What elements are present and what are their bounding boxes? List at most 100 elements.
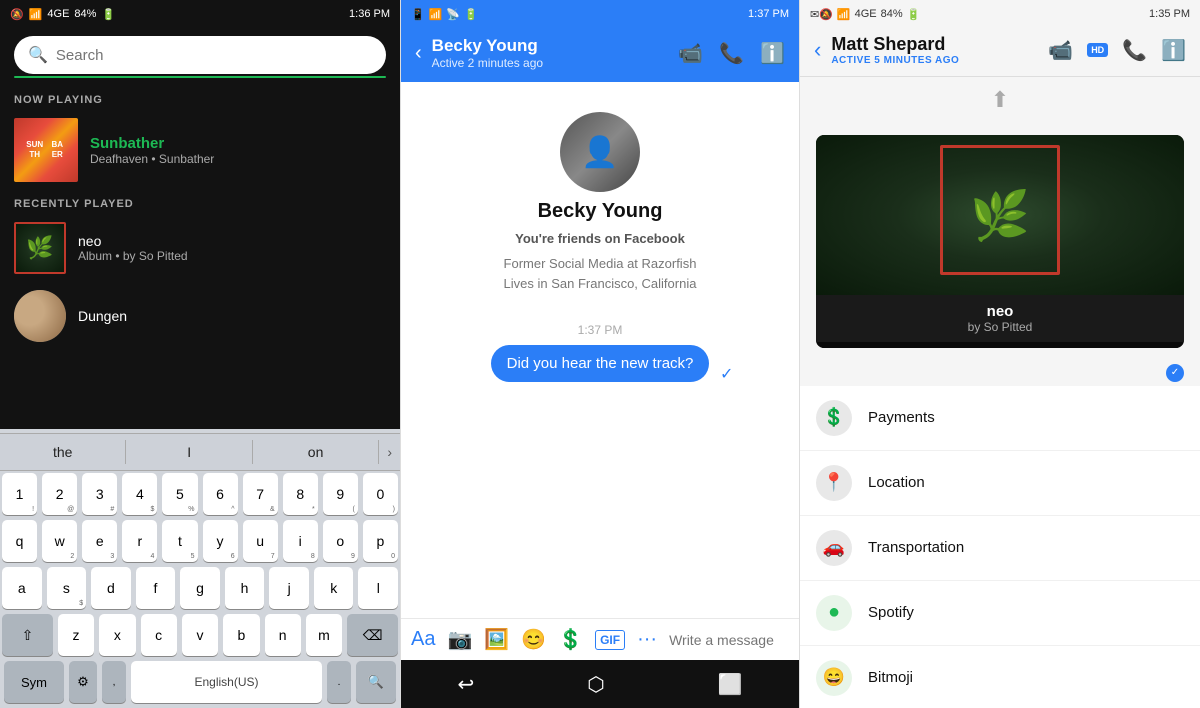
camera-icon[interactable]: 📷 bbox=[447, 627, 472, 652]
key-shift[interactable]: ⇧ bbox=[2, 614, 53, 656]
key-l[interactable]: l bbox=[358, 567, 398, 609]
key-sym[interactable]: Sym bbox=[4, 661, 64, 703]
keyboard-row-z: ⇧ z x c v b n m ⌫ bbox=[2, 614, 398, 656]
key-backspace[interactable]: ⌫ bbox=[347, 614, 398, 656]
menu-item-location[interactable]: 📍 Location bbox=[800, 451, 1200, 516]
key-p[interactable]: p0 bbox=[363, 520, 398, 562]
phone-icon[interactable]: 📞 bbox=[1122, 38, 1147, 63]
key-y[interactable]: y6 bbox=[203, 520, 238, 562]
matt-header: ‹ Matt Shepard ACTIVE 5 MINUTES AGO 📹 HD… bbox=[800, 28, 1200, 77]
video-call-icon[interactable]: 📹 bbox=[678, 41, 703, 66]
menu-item-payments[interactable]: 💲 Payments bbox=[800, 386, 1200, 451]
track-name: Sunbather bbox=[90, 135, 214, 152]
key-b[interactable]: b bbox=[223, 614, 259, 656]
video-call-icon[interactable]: 📹 bbox=[1048, 38, 1073, 63]
key-settings[interactable]: ⚙ bbox=[69, 661, 97, 703]
now-playing-label: NOW PLAYING bbox=[0, 86, 400, 110]
key-g[interactable]: g bbox=[180, 567, 220, 609]
signal-label: 4GE bbox=[47, 8, 69, 20]
key-w[interactable]: w2 bbox=[42, 520, 77, 562]
search-underline bbox=[14, 76, 386, 78]
key-n[interactable]: n bbox=[265, 614, 301, 656]
key-f[interactable]: f bbox=[136, 567, 176, 609]
key-t[interactable]: t5 bbox=[162, 520, 197, 562]
key-2[interactable]: 2@ bbox=[42, 473, 77, 515]
menu-item-bitmoji[interactable]: 😄 Bitmoji bbox=[800, 646, 1200, 708]
spotify-card-info: neo by So Pitted bbox=[816, 295, 1184, 342]
key-z[interactable]: z bbox=[58, 614, 94, 656]
image-icon[interactable]: 🖼️ bbox=[484, 627, 509, 652]
key-comma[interactable]: , bbox=[102, 661, 126, 703]
key-a[interactable]: a bbox=[2, 567, 42, 609]
key-search[interactable]: 🔍 bbox=[356, 661, 396, 703]
sunbather-album-art: SUNBATHER bbox=[14, 118, 78, 182]
matt-panel: ✉ 🔕 📶 4GE 84% 🔋 1:35 PM ‹ Matt Shepard A… bbox=[800, 0, 1200, 708]
keyboard-row-numbers: 1! 2@ 3# 4$ 5% 6^ 7& 8* 9( 0) bbox=[2, 473, 398, 515]
read-check-icon: ✓ bbox=[1166, 364, 1184, 382]
key-5[interactable]: 5% bbox=[162, 473, 197, 515]
key-r[interactable]: r4 bbox=[122, 520, 157, 562]
gif-icon[interactable]: GIF bbox=[595, 630, 625, 650]
neo-info: neo Album • by So Pitted bbox=[78, 233, 188, 263]
search-bar[interactable]: 🔍 bbox=[14, 36, 386, 74]
recents-nav-icon[interactable]: ⬜ bbox=[718, 672, 743, 697]
recently-played-dungen[interactable]: Dungen bbox=[0, 282, 400, 350]
back-button[interactable]: ‹ bbox=[814, 37, 821, 63]
neo-name: neo bbox=[78, 233, 188, 249]
key-e[interactable]: e3 bbox=[82, 520, 117, 562]
header-info: Becky Young Active 2 minutes ago bbox=[432, 36, 669, 70]
key-1[interactable]: 1! bbox=[2, 473, 37, 515]
status-bar-spotify: 🔕 📶 4GE 84% 🔋 1:36 PM bbox=[0, 0, 400, 28]
spotify-card-title: neo bbox=[828, 303, 1172, 320]
battery-icon: 🔋 bbox=[101, 8, 115, 21]
info-icon[interactable]: ℹ️ bbox=[760, 41, 785, 66]
now-playing-item[interactable]: SUNBATHER Sunbather Deafhaven • Sunbathe… bbox=[0, 110, 400, 190]
key-6[interactable]: 6^ bbox=[203, 473, 238, 515]
key-h[interactable]: h bbox=[225, 567, 265, 609]
info-icon[interactable]: ℹ️ bbox=[1161, 38, 1186, 63]
spotify-card-leaf: 🌿 bbox=[970, 187, 1030, 244]
key-4[interactable]: 4$ bbox=[122, 473, 157, 515]
key-j[interactable]: j bbox=[269, 567, 309, 609]
menu-item-spotify[interactable]: ● Spotify bbox=[800, 581, 1200, 646]
key-d[interactable]: d bbox=[91, 567, 131, 609]
key-0[interactable]: 0) bbox=[363, 473, 398, 515]
key-period[interactable]: . bbox=[327, 661, 351, 703]
text-format-icon[interactable]: Aa bbox=[411, 628, 435, 651]
phone-call-icon[interactable]: 📞 bbox=[719, 41, 744, 66]
more-icon[interactable]: ··· bbox=[637, 628, 657, 651]
back-nav-icon[interactable]: ↩ bbox=[457, 672, 474, 697]
menu-item-transportation[interactable]: 🚗 Transportation bbox=[800, 516, 1200, 581]
key-x[interactable]: x bbox=[99, 614, 135, 656]
search-input[interactable] bbox=[56, 47, 372, 64]
key-v[interactable]: v bbox=[182, 614, 218, 656]
prediction-the[interactable]: the bbox=[0, 440, 126, 464]
time-display: 1:35 PM bbox=[1149, 8, 1190, 20]
prediction-i[interactable]: I bbox=[126, 440, 252, 464]
key-3[interactable]: 3# bbox=[82, 473, 117, 515]
key-i[interactable]: i8 bbox=[283, 520, 318, 562]
key-7[interactable]: 7& bbox=[243, 473, 278, 515]
back-button[interactable]: ‹ bbox=[415, 42, 422, 65]
key-s[interactable]: s$ bbox=[47, 567, 87, 609]
home-nav-icon[interactable]: ⬡ bbox=[587, 672, 604, 697]
track-sub: Deafhaven • Sunbather bbox=[90, 152, 214, 166]
notification-icon: 🔕 bbox=[10, 8, 24, 21]
prediction-arrow[interactable]: › bbox=[379, 444, 400, 460]
share-icon[interactable]: ⬆ bbox=[991, 87, 1009, 113]
key-o[interactable]: o9 bbox=[323, 520, 358, 562]
transportation-icon: 🚗 bbox=[816, 530, 852, 566]
key-9[interactable]: 9( bbox=[323, 473, 358, 515]
payment-icon[interactable]: 💲 bbox=[558, 627, 583, 652]
key-m[interactable]: m bbox=[306, 614, 342, 656]
key-space[interactable]: English(US) bbox=[131, 661, 322, 703]
key-8[interactable]: 8* bbox=[283, 473, 318, 515]
recently-played-neo[interactable]: 🌿 neo Album • by So Pitted bbox=[0, 214, 400, 282]
key-u[interactable]: u7 bbox=[243, 520, 278, 562]
key-q[interactable]: q bbox=[2, 520, 37, 562]
prediction-on[interactable]: on bbox=[253, 440, 379, 464]
read-icon: ✓ bbox=[720, 364, 733, 384]
emoji-icon[interactable]: 😊 bbox=[521, 627, 546, 652]
key-k[interactable]: k bbox=[314, 567, 354, 609]
key-c[interactable]: c bbox=[141, 614, 177, 656]
